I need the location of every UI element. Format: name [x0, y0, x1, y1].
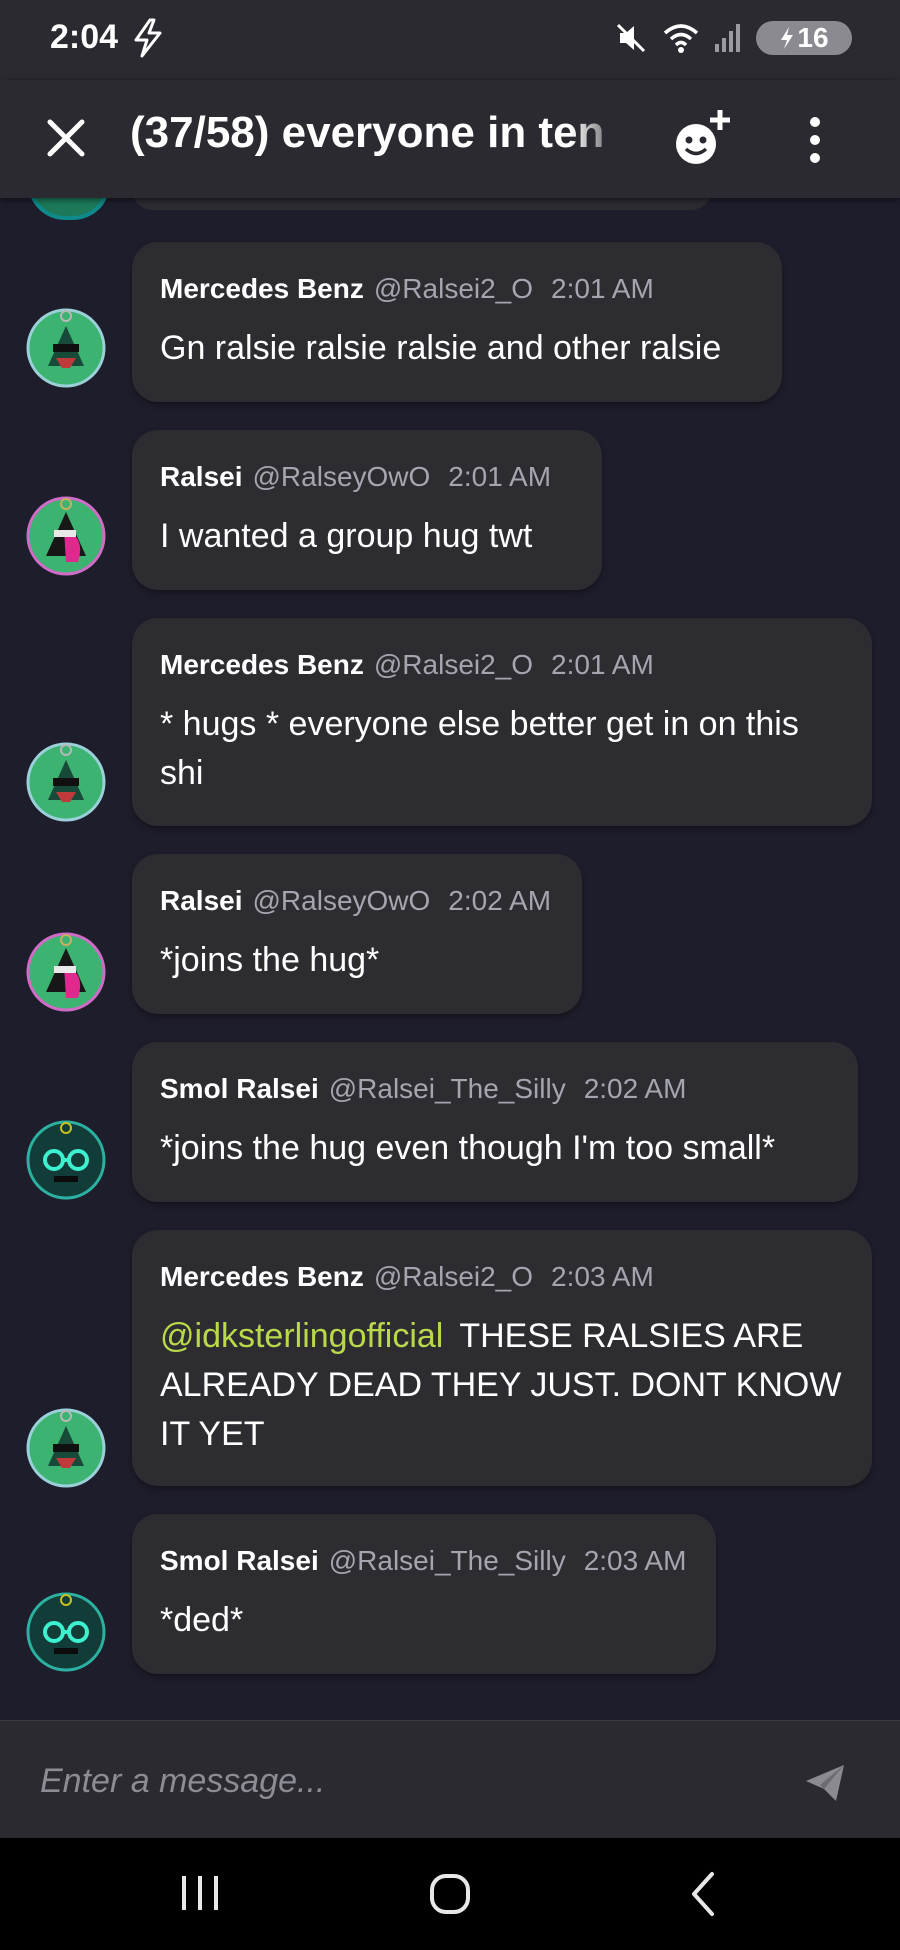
message-handle: @Ralsei2_O: [373, 1261, 534, 1292]
message-meta: Mercedes Benz @Ralsei2_O 2:03 AM: [160, 1260, 844, 1294]
signal-icon: [715, 24, 740, 52]
message-time: 2:02 AM: [583, 1073, 687, 1104]
message-meta: Mercedes Benz @Ralsei2_O 2:01 AM: [160, 648, 844, 682]
message-handle: @Ralsei2_O: [373, 649, 534, 680]
message-list[interactable]: Mercedes Benz @Ralsei2_O 2:01 AM Gn ralsie…: [0, 198, 900, 1720]
battery-level: 16: [797, 22, 829, 53]
message-author[interactable]: Mercedes Benz: [160, 1261, 364, 1292]
status-time: 2:04: [50, 18, 119, 56]
message-time: 2:02 AM: [448, 885, 552, 916]
add-emoji-icon[interactable]: [668, 104, 738, 174]
status-bar: 2:04 16: [0, 0, 900, 80]
message-time: 2:01 AM: [551, 649, 654, 680]
message-handle: @Ralsei_The_Silly: [328, 1073, 566, 1104]
message-text: *ded*: [160, 1601, 244, 1639]
message-bubble[interactable]: Smol Ralsei @Ralsei_The_Silly 2:03 AM *ded…: [132, 1514, 716, 1674]
message-handle: @Ralsei2_O: [373, 273, 534, 304]
message-meta: Ralsei @RalseyOwO 2:01 AM: [160, 460, 574, 494]
green-ralsei-avatar[interactable]: [26, 742, 106, 822]
green-ralsei-avatar[interactable]: [26, 308, 106, 388]
message-author[interactable]: Smol Ralsei: [160, 1073, 319, 1104]
wifi-icon: [663, 24, 699, 53]
message-text: *joins the hug even though I'm too small…: [160, 1129, 776, 1167]
chat-title: (37/58) everyone in ten: [130, 108, 605, 157]
green-ralsei-avatar[interactable]: [26, 1408, 106, 1488]
message-meta: Smol Ralsei @Ralsei_The_Silly 2:03 AM: [160, 1544, 688, 1578]
message-bubble[interactable]: Mercedes Benz @Ralsei2_O 2:03 AM @idksterl…: [132, 1230, 872, 1486]
message-time: 2:03 AM: [551, 1261, 654, 1292]
message-handle: @RalseyOwO: [252, 461, 431, 492]
message-meta: Mercedes Benz @Ralsei2_O 2:01 AM: [160, 272, 754, 306]
message-author[interactable]: Mercedes Benz: [160, 649, 364, 680]
charging-icon: [781, 27, 794, 49]
message-text: Gn ralsie ralsie ralsie and other ralsie: [160, 329, 722, 367]
pink-ralsei-avatar[interactable]: [26, 932, 106, 1012]
previous-avatar: [28, 198, 110, 220]
send-icon[interactable]: [800, 1757, 850, 1807]
message-time: 2:03 AM: [583, 1545, 687, 1576]
message-text: *joins the hug*: [160, 941, 380, 979]
message-text: @idksterlingofficial THESE RALSIES ARE AL…: [160, 1312, 844, 1459]
message-author[interactable]: Ralsei: [160, 461, 243, 492]
status-icons: 16: [614, 18, 852, 58]
message-meta: Smol Ralsei @Ralsei_The_Silly 2:02 AM: [160, 1072, 830, 1106]
message-text: * hugs * everyone else better get in on …: [160, 705, 799, 792]
message-author[interactable]: Mercedes Benz: [160, 273, 364, 304]
system-nav-bar: [0, 1838, 900, 1950]
message-handle: @Ralsei_The_Silly: [328, 1545, 566, 1576]
message-bubble[interactable]: Smol Ralsei @Ralsei_The_Silly 2:02 AM *joi…: [132, 1042, 858, 1202]
message-handle: @RalseyOwO: [252, 885, 431, 916]
more-vert-icon[interactable]: [800, 110, 830, 170]
message-bubble[interactable]: Mercedes Benz @Ralsei2_O 2:01 AM Gn ralsie…: [132, 242, 782, 402]
message-time: 2:01 AM: [551, 273, 654, 304]
home-icon[interactable]: [420, 1864, 480, 1924]
recents-icon[interactable]: [170, 1864, 230, 1924]
user-mention[interactable]: @idksterlingofficial: [160, 1317, 443, 1355]
battery-indicator: 16: [756, 21, 852, 55]
message-text: I wanted a group hug twt: [160, 517, 533, 555]
close-icon[interactable]: [40, 112, 92, 164]
previous-message-bubble: [132, 198, 712, 210]
message-meta: Ralsei @RalseyOwO 2:02 AM: [160, 884, 554, 918]
message-bubble[interactable]: Mercedes Benz @Ralsei2_O 2:01 AM * hugs * …: [132, 618, 872, 826]
message-time: 2:01 AM: [448, 461, 552, 492]
message-input[interactable]: [38, 1753, 742, 1809]
pixel-ralsei-avatar[interactable]: [26, 1120, 106, 1200]
mute-icon: [616, 23, 646, 53]
message-bubble[interactable]: Ralsei @RalseyOwO 2:01 AM I wanted a group…: [132, 430, 602, 590]
message-composer: [0, 1720, 900, 1839]
power-saving-icon: [134, 18, 162, 58]
pink-ralsei-avatar[interactable]: [26, 496, 106, 576]
back-icon[interactable]: [674, 1864, 734, 1924]
chat-header: (37/58) everyone in ten: [0, 80, 900, 198]
pixel-ralsei-avatar[interactable]: [26, 1592, 106, 1672]
message-author[interactable]: Smol Ralsei: [160, 1545, 319, 1576]
message-bubble[interactable]: Ralsei @RalseyOwO 2:02 AM *joins the hug*: [132, 854, 582, 1014]
message-author[interactable]: Ralsei: [160, 885, 243, 916]
